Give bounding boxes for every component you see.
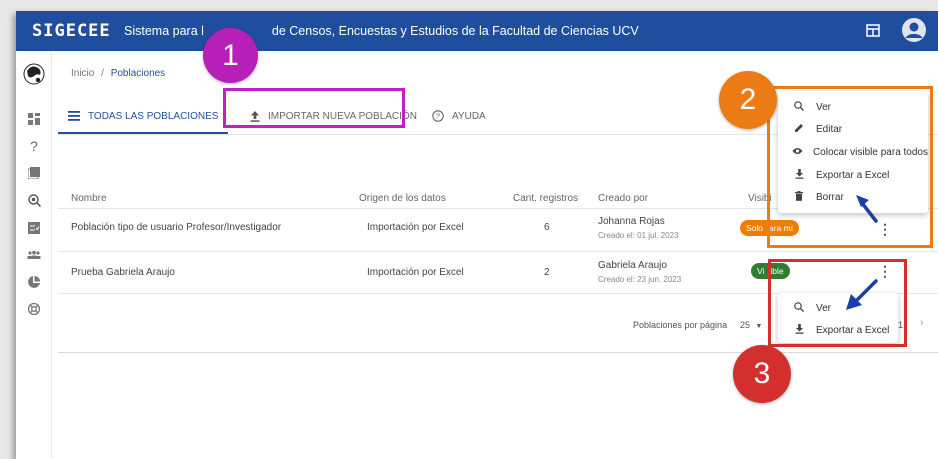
row-1-creator: Johanna Rojas (598, 216, 665, 227)
column-header-creator[interactable]: Creado por (598, 193, 648, 204)
row-2-count: 2 (544, 267, 550, 278)
app-title-right: de Censos, Encuestas y Estudios de la Fa… (271, 24, 639, 38)
top-app-bar: SIGECEE Sistema para l de Censos, Encuest… (16, 11, 938, 51)
annotation-number-2: 2 (719, 71, 777, 129)
annotation-number-1: 1 (203, 28, 258, 83)
brand-logo-icon[interactable] (23, 63, 45, 85)
dashboard-icon[interactable] (866, 24, 880, 42)
row-1-badge-left: Solo (746, 223, 764, 233)
tab-all-populations[interactable]: TODAS LAS POBLACIONES (68, 97, 218, 135)
annotation-box-1 (223, 88, 405, 128)
column-header-count[interactable]: Cant. registros (513, 193, 578, 204)
breadcrumb-current: Poblaciones (110, 68, 166, 79)
rows-per-page-label: Poblaciones por página (633, 320, 728, 330)
svg-text:?: ? (436, 112, 440, 121)
sidebar-item-statistics[interactable] (24, 272, 44, 292)
breadcrumb-home[interactable]: Inicio (71, 68, 94, 79)
sidebar-item-users[interactable] (24, 245, 44, 265)
dropdown-arrow-icon: ▼ (755, 323, 763, 330)
annotation-number-3: 3 (733, 345, 791, 403)
tab-help-label: AYUDA (452, 110, 486, 122)
sidebar-item-help[interactable]: ? (24, 136, 44, 156)
row-2-creator: Gabriela Araujo (598, 260, 667, 271)
rows-per-page-select[interactable]: 25 ▼ (740, 320, 762, 330)
list-icon (68, 111, 80, 121)
column-header-origin[interactable]: Origen de los datos (359, 193, 446, 204)
next-page-icon[interactable]: › (920, 317, 924, 329)
app-title-left: Sistema para l (124, 24, 204, 38)
breadcrumb: Inicio / Poblaciones (71, 68, 165, 79)
tab-all-populations-label: TODAS LAS POBLACIONES (88, 110, 219, 122)
account-avatar-icon[interactable] (902, 18, 926, 47)
row-1-created: Creado el: 01 jul. 2023 (598, 231, 679, 240)
row-1-name: Población tipo de usuario Profesor/Inves… (71, 222, 282, 233)
annotation-box-2 (767, 86, 933, 248)
breadcrumb-separator: / (101, 68, 104, 79)
sidebar: ? (16, 51, 52, 459)
app-title: Sistema para l de Censos, Encuestas y Est… (124, 24, 639, 38)
row-2-badge-left: Vi (757, 266, 765, 276)
sidebar-item-dashboard[interactable] (24, 109, 44, 129)
annotation-box-3 (768, 259, 907, 347)
row-2-created: Creado el: 23 jun. 2023 (598, 275, 682, 284)
row-2-origin: Importación por Excel (367, 267, 464, 278)
row-1-origin: Importación por Excel (367, 222, 464, 233)
column-header-name[interactable]: Nombre (71, 193, 107, 204)
row-2-name: Prueba Gabriela Araujo (71, 267, 175, 278)
sidebar-item-surveys[interactable] (24, 163, 44, 183)
table-footer-divider (58, 352, 938, 353)
help-circle-icon: ? (432, 110, 444, 122)
row-1-divider (58, 251, 938, 252)
sidebar-item-support[interactable] (24, 299, 44, 319)
app-logo[interactable]: SIGECEE (32, 21, 111, 41)
sidebar-item-forms[interactable] (24, 218, 44, 238)
rows-per-page-value: 25 (740, 320, 751, 330)
tab-help[interactable]: ? AYUDA (432, 97, 486, 135)
row-1-count: 6 (544, 222, 550, 233)
sidebar-item-populations[interactable] (24, 190, 44, 210)
